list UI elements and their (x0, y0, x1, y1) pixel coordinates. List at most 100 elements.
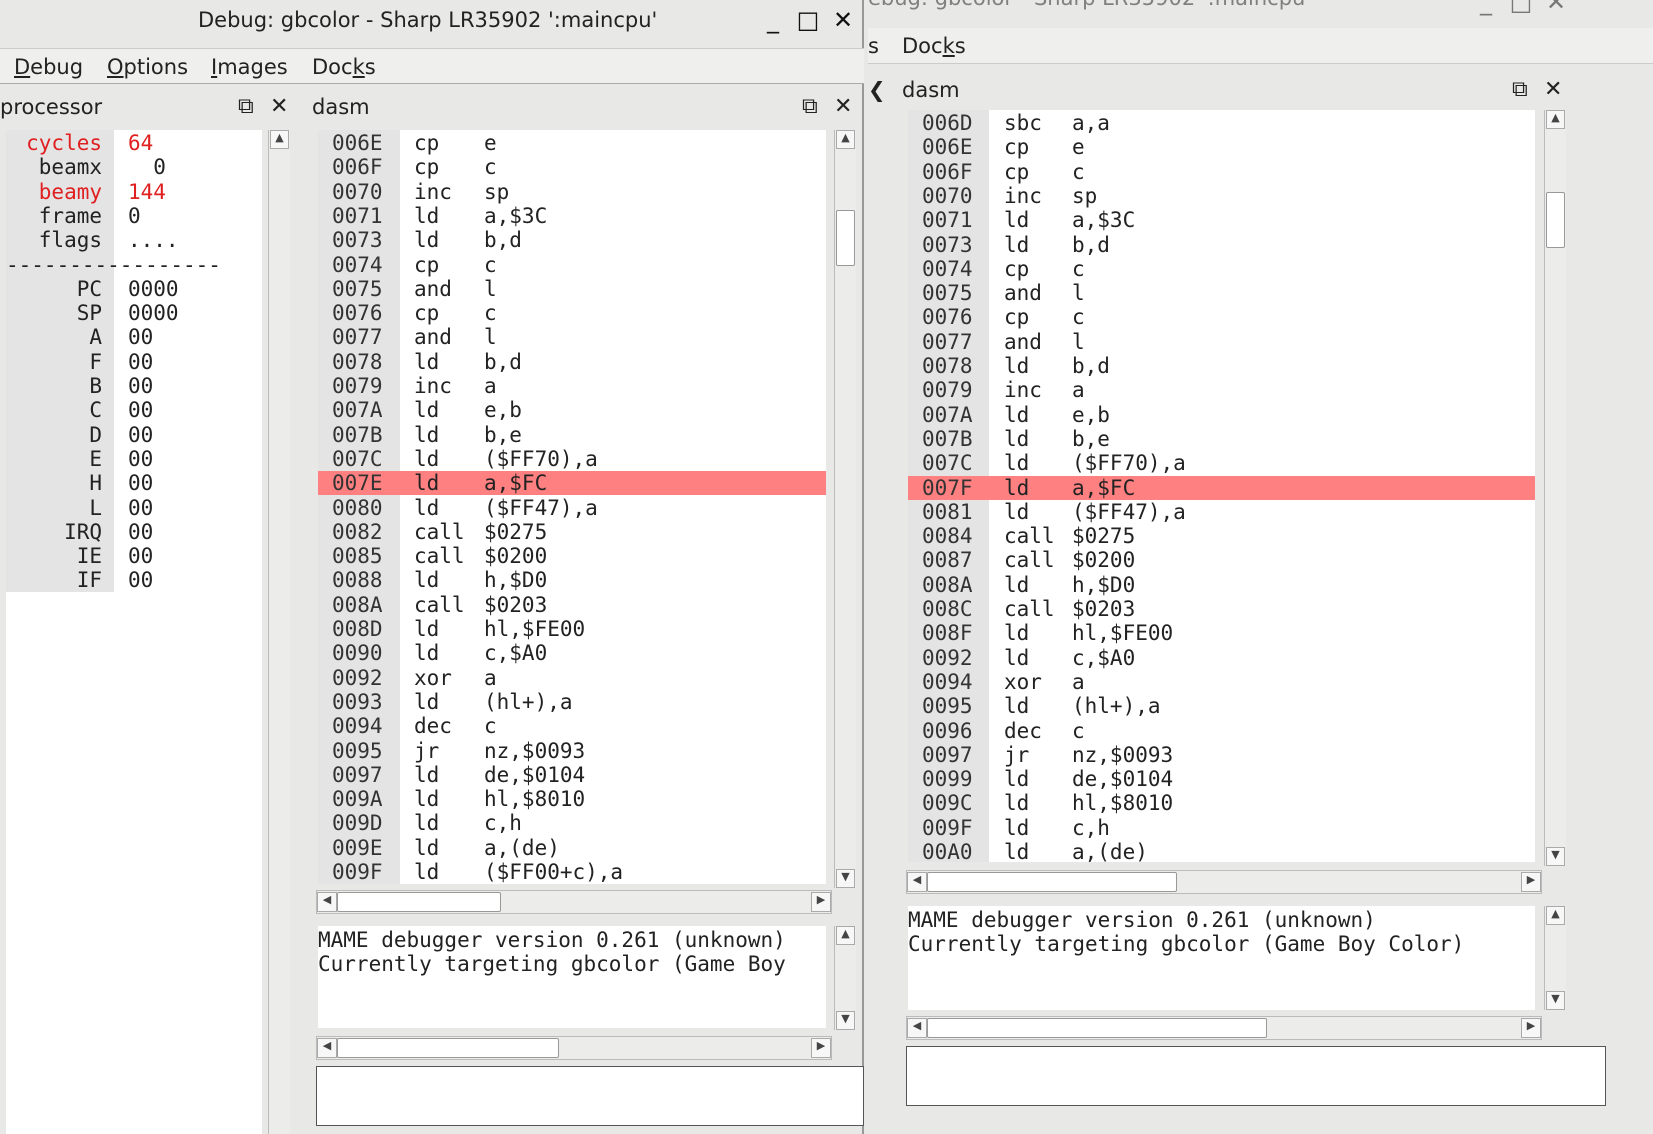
scroll-thumb[interactable] (1546, 192, 1565, 248)
back-dasm-line[interactable]: 0084 call $0275 (908, 524, 1535, 548)
dock-close-icon[interactable]: ✕ (834, 90, 852, 124)
back-dasm-line[interactable]: 0099 ld de,$0104 (908, 767, 1535, 791)
back-dasm-line[interactable]: 0094 xor a (908, 670, 1535, 694)
dasm-line[interactable]: 0078 ld b,d (318, 350, 826, 374)
back-dasm-line[interactable]: 006F cp c (908, 160, 1535, 184)
menu-docks[interactable]: Docks (312, 49, 376, 85)
scroll-down-icon[interactable]: ▼ (1546, 847, 1565, 866)
scroll-thumb[interactable] (927, 872, 1177, 892)
dasm-line[interactable]: 0097 ld de,$0104 (318, 763, 826, 787)
menu-options[interactable]: Options (107, 49, 188, 85)
dasm-line[interactable]: 007B ld b,e (318, 423, 826, 447)
register-value[interactable]: 00 (128, 568, 153, 592)
console-vscroll[interactable]: ▲ ▼ (834, 926, 856, 1030)
dasm-line[interactable]: 0075 and l (318, 277, 826, 301)
back-dasm-line[interactable]: 0087 call $0200 (908, 548, 1535, 572)
scroll-left-icon[interactable]: ◀ (317, 892, 337, 912)
register-value[interactable]: 00 (128, 471, 153, 495)
dasm-view[interactable]: 006E cp e 006F cp c 0070 inc sp 0071 ld a,$3C 0073 ld… (318, 130, 826, 884)
dasm-line[interactable]: 006E cp e (318, 131, 826, 155)
back-dasm-line[interactable]: 008C call $0203 (908, 597, 1535, 621)
menu-debug[interactable]: Debug (14, 49, 83, 85)
back-dasm-line[interactable]: 007A ld e,b (908, 403, 1535, 427)
dasm-line[interactable]: 0080 ld ($FF47),a (318, 496, 826, 520)
back-dasm-line[interactable]: 006E cp e (908, 135, 1535, 159)
back-minimize-icon[interactable]: _ (1471, 0, 1501, 16)
dasm-line[interactable]: 0094 dec c (318, 714, 826, 738)
back-dasm-line[interactable]: 0077 and l (908, 330, 1535, 354)
back-dasm-line[interactable]: 0081 ld ($FF47),a (908, 500, 1535, 524)
back-dasm-line[interactable]: 00A0 ld a,(de) (908, 840, 1535, 862)
dasm-line[interactable]: 008A call $0203 (318, 593, 826, 617)
register-value[interactable]: 0 (128, 204, 141, 228)
dasm-current-line[interactable]: 007E ld a,$FC (318, 471, 826, 496)
register-value[interactable]: 00 (128, 374, 153, 398)
back-dasm-line[interactable]: 0073 ld b,d (908, 233, 1535, 257)
back-menu-fragment[interactable]: s (868, 28, 879, 64)
back-maximize-icon[interactable]: □ (1506, 0, 1536, 16)
dasm-line[interactable]: 0077 and l (318, 325, 826, 349)
dasm-line[interactable]: 0079 inc a (318, 374, 826, 398)
back-dasm-line[interactable]: 008F ld hl,$FE00 (908, 621, 1535, 645)
back-dasm-line[interactable]: 0074 cp c (908, 257, 1535, 281)
scroll-up-icon[interactable]: ▲ (1546, 906, 1565, 925)
back-dasm-line[interactable]: 0070 inc sp (908, 184, 1535, 208)
back-dasm-line[interactable]: 0076 cp c (908, 305, 1535, 329)
dasm-vscroll[interactable]: ▲ ▼ (834, 130, 856, 888)
back-close-icon[interactable]: ✕ (1541, 0, 1571, 16)
scroll-right-icon[interactable]: ▶ (1521, 872, 1541, 892)
dasm-line[interactable]: 0074 cp c (318, 253, 826, 277)
dasm-line[interactable]: 007C ld ($FF70),a (318, 447, 826, 471)
back-dasm-line[interactable]: 0096 dec c (908, 719, 1535, 743)
scroll-left-icon[interactable]: ◀ (317, 1038, 337, 1058)
dasm-line[interactable]: 0070 inc sp (318, 180, 826, 204)
register-value[interactable]: 00 (128, 423, 153, 447)
dasm-line[interactable]: 0088 ld h,$D0 (318, 568, 826, 592)
scroll-thumb[interactable] (927, 1018, 1267, 1038)
register-value[interactable]: 00 (128, 544, 153, 568)
back-dasm-line[interactable]: 009C ld hl,$8010 (908, 791, 1535, 815)
float-icon[interactable]: ⧉ (238, 90, 254, 124)
back-dasm-line[interactable]: 0079 inc a (908, 378, 1535, 402)
scroll-left-icon[interactable]: ◀ (907, 872, 927, 892)
back-dasm-line[interactable]: 008A ld h,$D0 (908, 573, 1535, 597)
register-value[interactable]: 144 (128, 180, 166, 204)
dasm-line[interactable]: 0071 ld a,$3C (318, 204, 826, 228)
scroll-down-icon[interactable]: ▼ (836, 869, 855, 888)
scroll-thumb[interactable] (836, 210, 855, 266)
scroll-down-icon[interactable]: ▼ (836, 1011, 855, 1030)
dasm-line[interactable]: 007A ld e,b (318, 398, 826, 422)
register-value[interactable]: 00 (128, 350, 153, 374)
dasm-line[interactable]: 0073 ld b,d (318, 228, 826, 252)
dasm-line[interactable]: 0082 call $0275 (318, 520, 826, 544)
back-dasm-hscroll[interactable]: ◀ ▶ (906, 870, 1542, 894)
back-dasm-line[interactable]: 0092 ld c,$A0 (908, 646, 1535, 670)
scroll-right-icon[interactable]: ▶ (811, 1038, 831, 1058)
scroll-thumb[interactable] (337, 892, 501, 912)
register-value[interactable]: 00 (128, 496, 153, 520)
dasm-line[interactable]: 0093 ld (hl+),a (318, 690, 826, 714)
register-value[interactable]: 0000 (128, 277, 179, 301)
dasm-line[interactable]: 0085 call $0200 (318, 544, 826, 568)
scroll-thumb[interactable] (337, 1038, 559, 1058)
dasm-line[interactable]: 006F cp c (318, 155, 826, 179)
dasm-line[interactable]: 0090 ld c,$A0 (318, 641, 826, 665)
register-value[interactable]: 00 (128, 398, 153, 422)
back-dasm-current-line[interactable]: 007F ld a,$FC (908, 475, 1535, 500)
console-hscroll[interactable]: ◀ ▶ (316, 1036, 832, 1060)
scroll-up-icon[interactable]: ▲ (270, 130, 289, 149)
command-input[interactable] (316, 1066, 864, 1126)
back-dasm-line[interactable]: 0078 ld b,d (908, 354, 1535, 378)
scroll-left-icon[interactable]: ◀ (907, 1018, 927, 1038)
back-float-icon[interactable]: ⧉ (1512, 72, 1528, 108)
back-dasm-line[interactable]: 006D sbc a,a (908, 111, 1535, 135)
register-value[interactable]: 0 (128, 155, 166, 179)
register-value[interactable]: 0000 (128, 301, 179, 325)
scroll-down-icon[interactable]: ▼ (1546, 991, 1565, 1010)
dasm-line[interactable]: 009F ld ($FF00+c),a (318, 860, 826, 884)
register-value[interactable]: .... (128, 228, 179, 252)
back-menu-docks[interactable]: Docks (902, 28, 966, 64)
dock-close-icon[interactable]: ✕ (270, 90, 288, 124)
register-value[interactable]: 00 (128, 520, 153, 544)
dasm-line[interactable]: 0076 cp c (318, 301, 826, 325)
